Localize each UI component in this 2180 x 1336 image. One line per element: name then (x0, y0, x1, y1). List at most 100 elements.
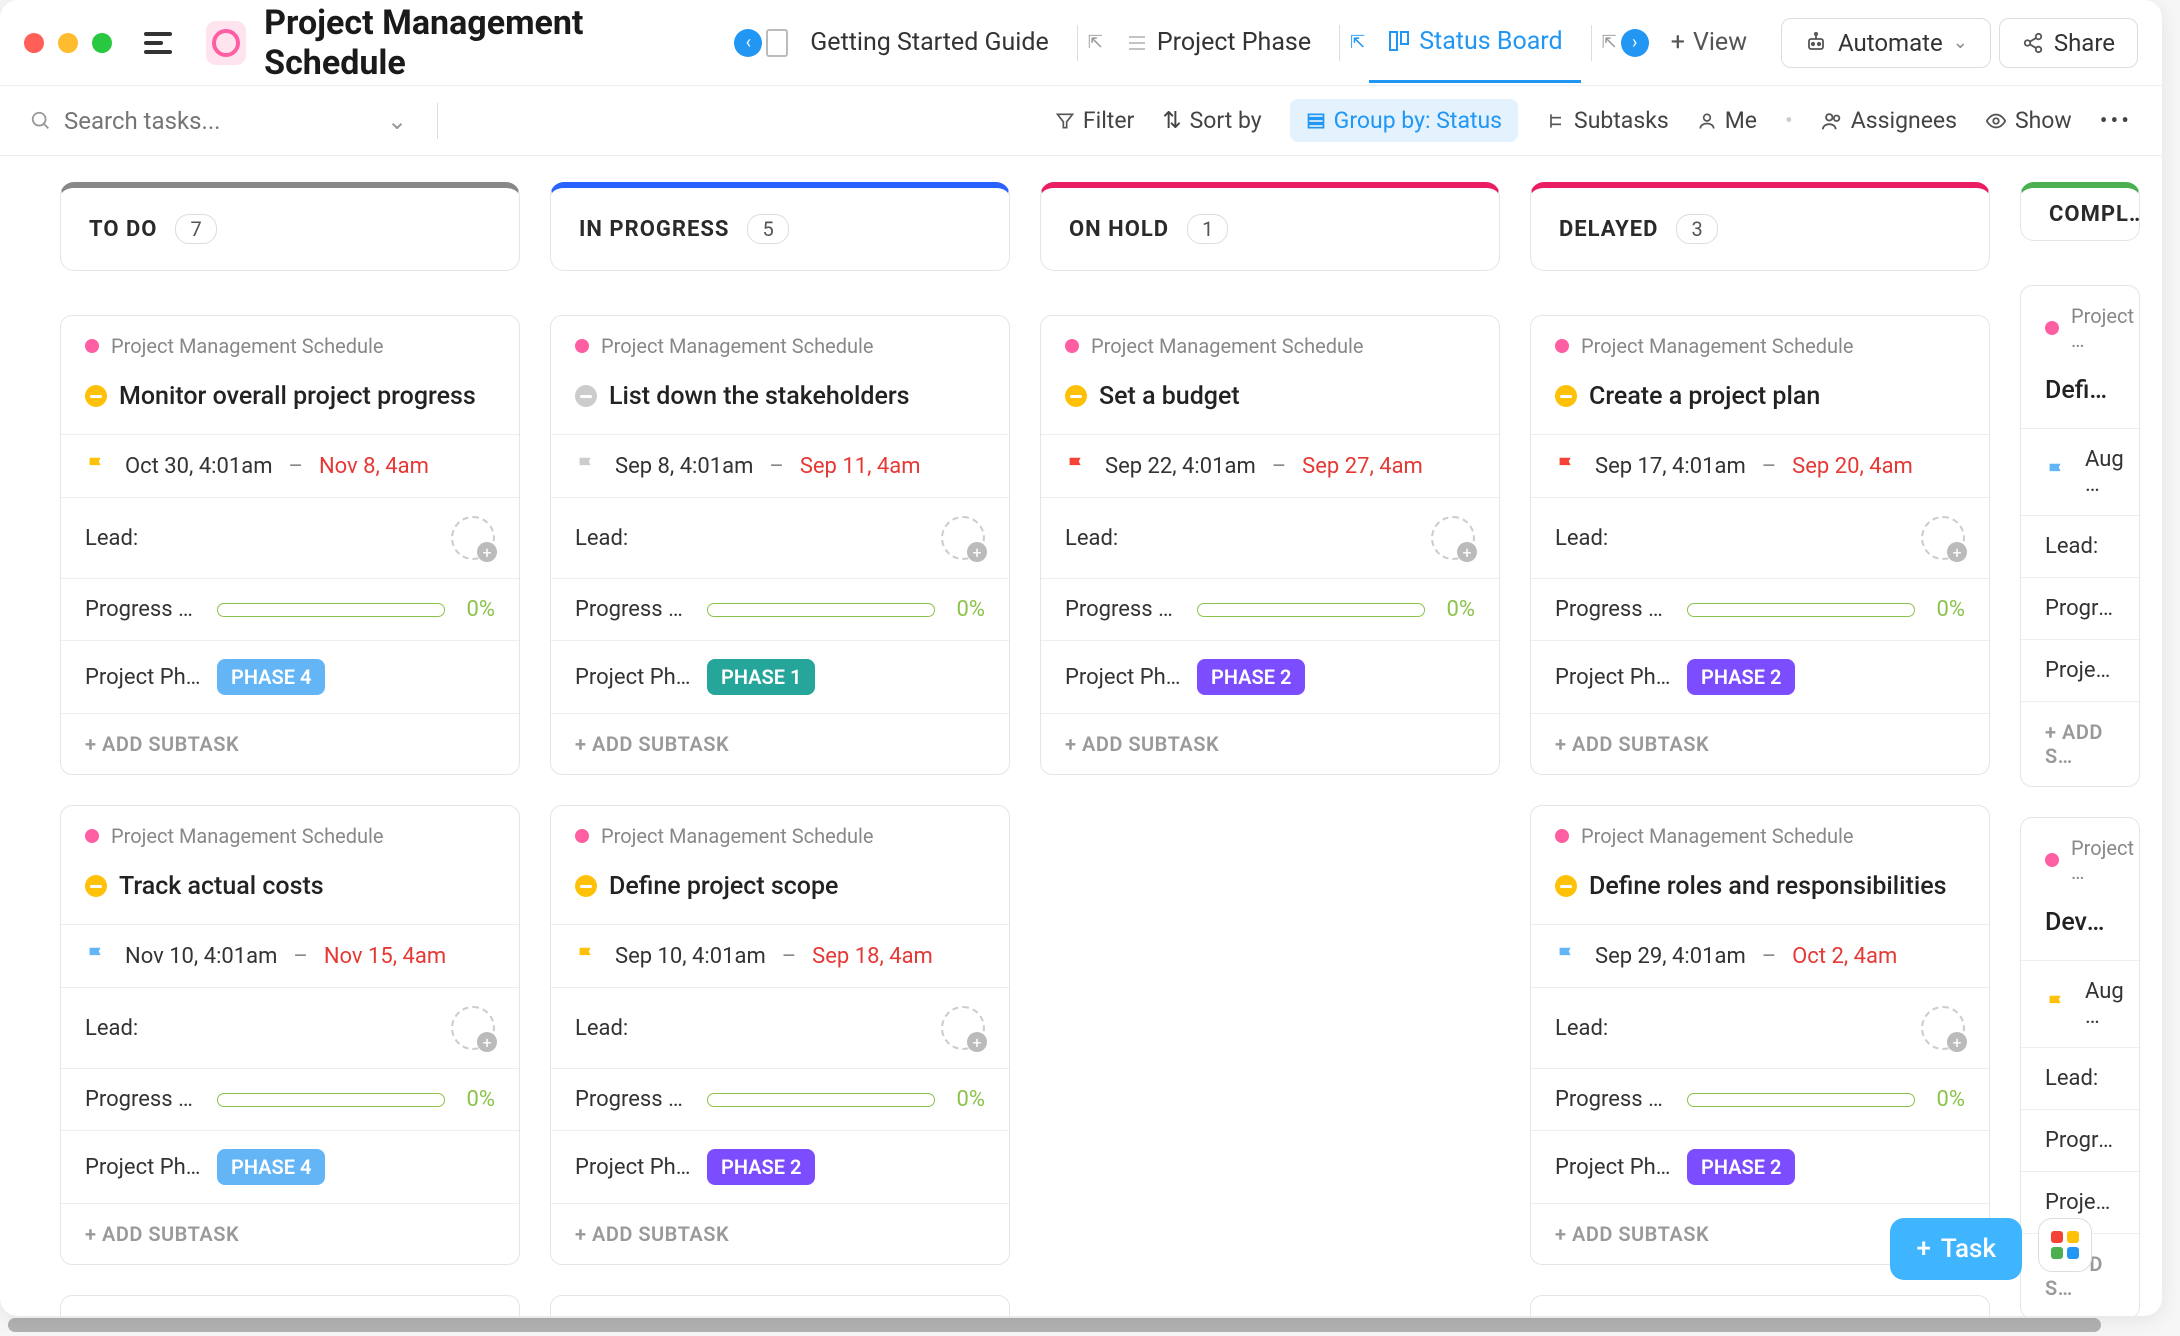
column-header[interactable]: TO DO 7 (60, 182, 520, 271)
view-tabs: ‹ Getting Started Guide ⇱ Project Phase … (734, 3, 1765, 83)
menu-icon[interactable] (144, 32, 172, 54)
horizontal-scrollbar[interactable] (8, 1318, 2101, 1332)
phase-badge: PHASE 4 (217, 1149, 325, 1185)
task-card[interactable]: Project Management Schedule List down th… (550, 315, 1010, 775)
assignees-button[interactable]: Assignees (1821, 107, 1957, 134)
phase-badge: PHASE 1 (707, 659, 815, 695)
share-button[interactable]: Share (1999, 18, 2138, 68)
flag-icon (2045, 991, 2067, 1017)
task-card[interactable]: Project Management Schedule Create a pro… (1530, 315, 1990, 775)
tab-status-board[interactable]: Status Board (1369, 3, 1580, 83)
task-card[interactable]: Project Management Schedule Monitor over… (60, 315, 520, 775)
assignee-placeholder-icon[interactable] (1431, 516, 1475, 560)
add-subtask-button[interactable]: + ADD SUBTASK (575, 732, 729, 756)
progress-bar (707, 603, 935, 617)
eye-icon (1985, 110, 2007, 132)
assignee-placeholder-icon[interactable] (451, 1006, 495, 1050)
task-card[interactable]: Project Management Schedule Set a budget… (1040, 315, 1500, 775)
phase-badge: PHASE 2 (1687, 1149, 1795, 1185)
project-dot-icon (85, 829, 99, 843)
column-delayed: DELAYED 3 Project Management Schedule Cr… (1530, 182, 1990, 1306)
share-icon (2022, 32, 2044, 54)
window-controls (24, 33, 112, 53)
chevron-down-icon[interactable]: ⌄ (387, 107, 407, 135)
more-button[interactable]: ••• (2100, 107, 2132, 134)
nav-back-icon[interactable]: ‹ (734, 29, 762, 57)
status-icon (85, 385, 107, 407)
column-completed: COMPL… Project … Define g… Aug … Lead: P… (2020, 182, 2140, 1306)
assignee-placeholder-icon[interactable] (1921, 516, 1965, 560)
filter-icon (1055, 111, 1075, 131)
collapse-icon[interactable]: ⇱ (1602, 32, 1617, 53)
status-icon (575, 875, 597, 897)
assignee-placeholder-icon[interactable] (941, 516, 985, 560)
add-subtask-button[interactable]: + ADD SUBTASK (575, 1222, 729, 1246)
plus-icon: + (1671, 28, 1685, 57)
subtasks-button[interactable]: Subtasks (1546, 107, 1669, 134)
progress-bar (1197, 603, 1425, 617)
progress-bar (217, 1093, 445, 1107)
add-subtask-button[interactable]: + ADD SUBTASK (1555, 732, 1709, 756)
assignee-placeholder-icon[interactable] (941, 1006, 985, 1050)
fab-container: +Task (1890, 1218, 2092, 1280)
status-icon (85, 875, 107, 897)
show-button[interactable]: Show (1985, 107, 2072, 134)
column-header[interactable]: DELAYED 3 (1530, 182, 1990, 271)
apps-button[interactable] (2038, 1218, 2092, 1272)
column-header[interactable]: IN PROGRESS 5 (550, 182, 1010, 271)
status-icon (1065, 385, 1087, 407)
task-card[interactable]: Project Management Schedule Track actual… (60, 805, 520, 1265)
phase-badge: PHASE 2 (1687, 659, 1795, 695)
project-dot-icon (2045, 321, 2059, 335)
group-by-button[interactable]: Group by: Status (1290, 99, 1518, 142)
toolbar: ⌄ Filter ⇅Sort by Group by: Status Subta… (0, 86, 2162, 156)
task-card[interactable]: Project Management Schedule Define roles… (1530, 805, 1990, 1265)
kanban-board: TO DO 7 Project Management Schedule Moni… (0, 156, 2162, 1316)
search-input[interactable] (64, 107, 375, 135)
new-task-button[interactable]: +Task (1890, 1218, 2022, 1280)
phase-badge: PHASE 4 (217, 659, 325, 695)
project-dot-icon (575, 829, 589, 843)
app-window: Project Management Schedule ‹ Getting St… (0, 0, 2162, 1316)
task-card[interactable]: Project Management Schedule Define proje… (550, 805, 1010, 1265)
progress-bar (217, 603, 445, 617)
phase-badge: PHASE 2 (707, 1149, 815, 1185)
flag-icon (575, 453, 597, 479)
task-card[interactable]: Project Management Schedule Manage resou… (1530, 1295, 1990, 1316)
automate-button[interactable]: Automate ⌄ (1781, 18, 1991, 68)
add-subtask-button[interactable]: + ADD SUBTASK (1065, 732, 1219, 756)
breadcrumb: Project Management Schedule (111, 334, 384, 358)
people-icon (1821, 110, 1843, 132)
task-card[interactable]: Project Management Schedule Allocate pro… (550, 1295, 1010, 1316)
nav-forward-icon[interactable]: › (1621, 29, 1649, 57)
add-view-button[interactable]: + View (1653, 18, 1765, 67)
assignee-placeholder-icon[interactable] (1921, 1006, 1965, 1050)
column-header[interactable]: COMPL… (2020, 182, 2140, 241)
flag-icon (575, 943, 597, 969)
maximize-window-icon[interactable] (92, 33, 112, 53)
flag-icon (1555, 453, 1577, 479)
close-window-icon[interactable] (24, 33, 44, 53)
add-subtask-button[interactable]: + ADD SUBTASK (1555, 1222, 1709, 1246)
tab-getting-started[interactable]: Getting Started Guide (792, 18, 1066, 67)
project-dot-icon (1555, 829, 1569, 843)
assignee-placeholder-icon[interactable] (451, 516, 495, 560)
search-icon (30, 110, 52, 132)
subtasks-icon (1546, 111, 1566, 131)
column-header[interactable]: ON HOLD 1 (1040, 182, 1500, 271)
flag-icon (1555, 943, 1577, 969)
search-field[interactable]: ⌄ (30, 107, 407, 135)
sort-button[interactable]: ⇅Sort by (1162, 107, 1261, 134)
add-subtask-button[interactable]: + ADD SUBTASK (85, 732, 239, 756)
add-subtask-button[interactable]: + ADD SUBTASK (85, 1222, 239, 1246)
filter-button[interactable]: Filter (1055, 107, 1134, 134)
collapse-icon[interactable]: ⇱ (1350, 32, 1365, 53)
minimize-window-icon[interactable] (58, 33, 78, 53)
task-card[interactable]: Project … Define g… Aug … Lead: Progress… (2020, 285, 2140, 787)
tab-project-phase[interactable]: Project Phase (1107, 18, 1329, 67)
project-dot-icon (2045, 853, 2059, 867)
plus-icon: + (1916, 1234, 1930, 1264)
task-card[interactable]: Project Management Schedule Ensure plan … (60, 1295, 520, 1316)
me-button[interactable]: Me (1697, 107, 1757, 134)
collapse-icon[interactable]: ⇱ (1088, 32, 1103, 53)
